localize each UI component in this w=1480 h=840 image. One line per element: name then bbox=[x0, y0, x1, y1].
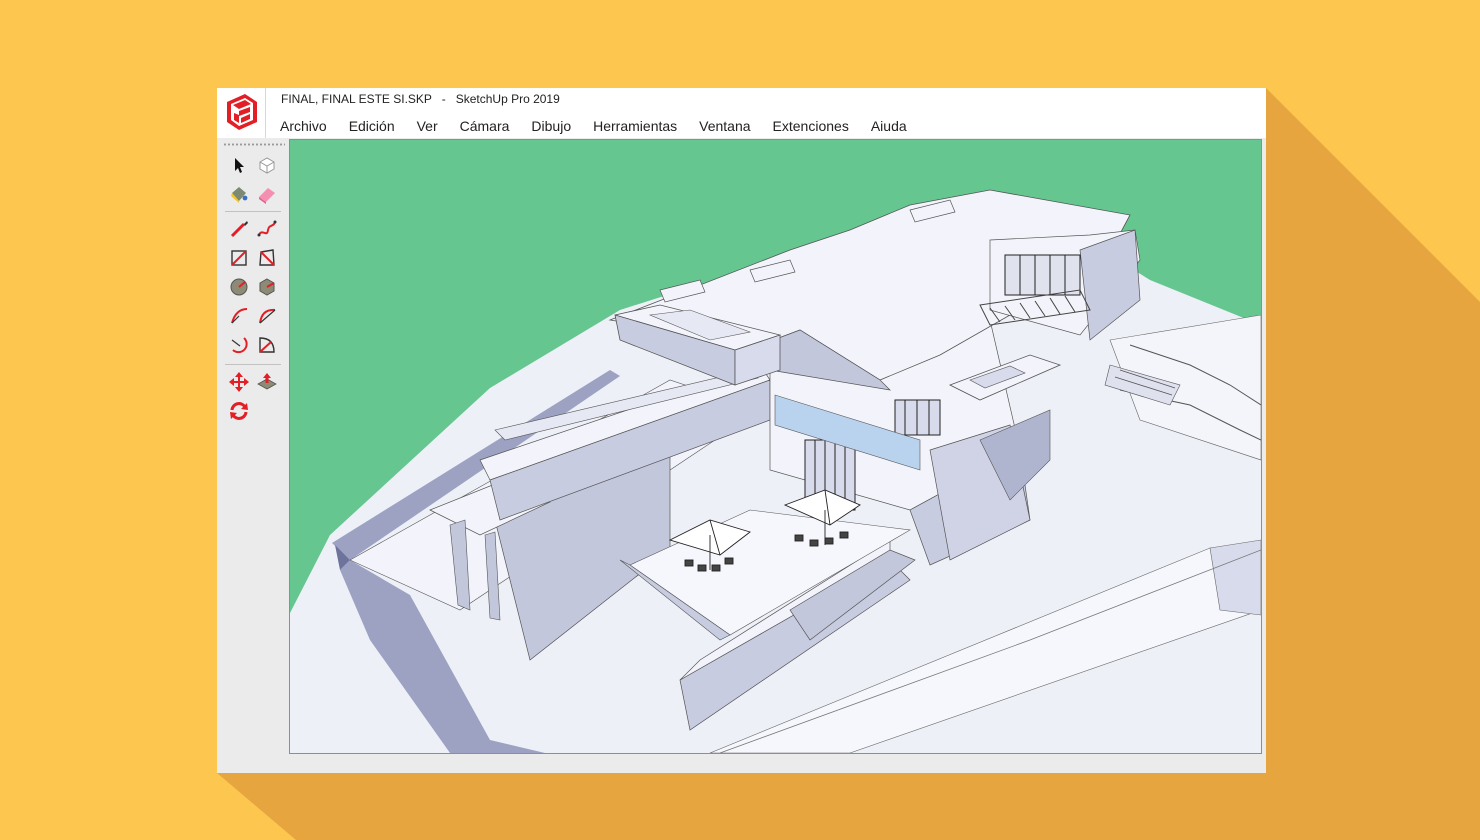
circle-icon bbox=[230, 278, 248, 296]
rotate-icon bbox=[230, 402, 248, 420]
paint-bucket-tool-button[interactable] bbox=[227, 182, 251, 206]
polygon-tool-button[interactable] bbox=[255, 275, 279, 299]
paint-bucket-icon bbox=[231, 187, 248, 203]
make-component-tool-button[interactable] bbox=[255, 153, 279, 177]
menu-camara[interactable]: Cámara bbox=[449, 116, 521, 136]
arc-icon bbox=[231, 308, 248, 324]
select-tool-button[interactable] bbox=[227, 153, 251, 177]
app-logo[interactable] bbox=[217, 88, 266, 138]
freehand-tool-button[interactable] bbox=[255, 217, 279, 241]
menu-archivo[interactable]: Archivo bbox=[269, 116, 338, 136]
menu-ventana[interactable]: Ventana bbox=[688, 116, 761, 136]
menu-aiuda[interactable]: Aiuda bbox=[860, 116, 918, 136]
menu-bar: Archivo Edición Ver Cámara Dibujo Herram… bbox=[269, 116, 918, 136]
three-point-arc-tool-button[interactable] bbox=[227, 333, 251, 357]
polygon-icon bbox=[259, 278, 275, 296]
eraser-icon bbox=[259, 188, 275, 204]
sketchup-logo-icon bbox=[227, 94, 257, 130]
rotate-tool-button[interactable] bbox=[227, 399, 251, 423]
rotated-rectangle-icon bbox=[259, 249, 275, 266]
rotated-rectangle-tool-button[interactable] bbox=[255, 246, 279, 270]
menu-herramientas[interactable]: Herramientas bbox=[582, 116, 688, 136]
toolbar-grip[interactable] bbox=[223, 143, 285, 146]
rectangle-icon bbox=[231, 250, 247, 266]
title-bar: FINAL, FINAL ESTE SI.SKP - SketchUp Pro … bbox=[217, 88, 1266, 138]
pie-tool-button[interactable] bbox=[255, 333, 279, 357]
building-3d-model bbox=[290, 140, 1261, 753]
window-title: FINAL, FINAL ESTE SI.SKP - SketchUp Pro … bbox=[281, 92, 560, 106]
move-icon bbox=[229, 372, 249, 392]
push-pull-icon bbox=[257, 373, 277, 390]
circle-tool-button[interactable] bbox=[227, 275, 251, 299]
arc-tool-button[interactable] bbox=[227, 304, 251, 328]
eraser-tool-button[interactable] bbox=[255, 182, 279, 206]
menu-ver[interactable]: Ver bbox=[406, 116, 449, 136]
cube-icon bbox=[259, 157, 275, 174]
menu-dibujo[interactable]: Dibujo bbox=[520, 116, 582, 136]
move-tool-button[interactable] bbox=[227, 370, 251, 394]
toolbar-separator bbox=[225, 364, 281, 365]
pencil-icon bbox=[230, 221, 248, 238]
line-tool-button[interactable] bbox=[227, 217, 251, 241]
rectangle-tool-button[interactable] bbox=[227, 246, 251, 270]
three-point-arc-icon bbox=[231, 337, 248, 354]
large-tool-set-toolbar bbox=[217, 140, 289, 773]
pie-icon bbox=[259, 337, 275, 353]
menu-edicion[interactable]: Edición bbox=[338, 116, 406, 136]
modeling-viewport[interactable] bbox=[289, 139, 1262, 754]
sketchup-window: FINAL, FINAL ESTE SI.SKP - SketchUp Pro … bbox=[217, 88, 1266, 773]
arrow-cursor-icon bbox=[235, 158, 244, 173]
toolbar-separator bbox=[225, 211, 281, 212]
menu-extenciones[interactable]: Extenciones bbox=[762, 116, 860, 136]
push-pull-tool-button[interactable] bbox=[255, 370, 279, 394]
two-point-arc-tool-button[interactable] bbox=[255, 304, 279, 328]
two-point-arc-icon bbox=[259, 308, 276, 324]
freehand-icon bbox=[257, 220, 277, 237]
